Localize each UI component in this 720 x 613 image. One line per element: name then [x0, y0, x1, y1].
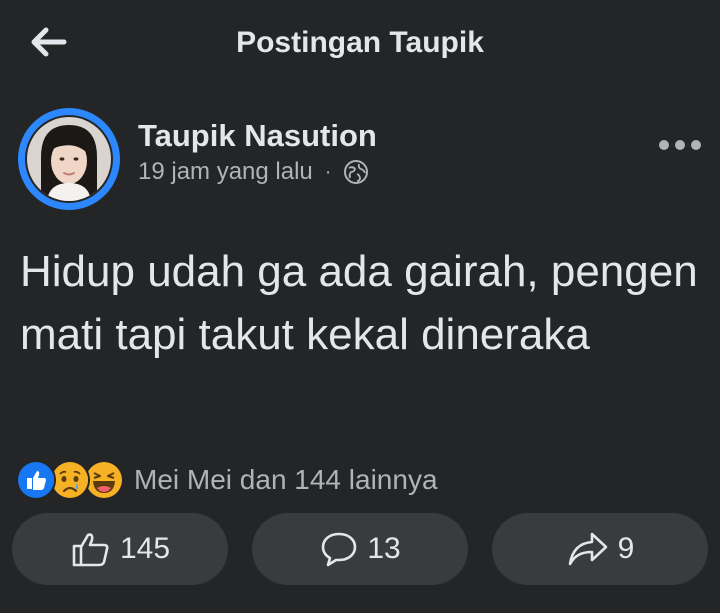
comment-count: 13	[367, 532, 401, 565]
post-timestamp[interactable]: 19 jam yang lalu	[138, 158, 313, 186]
author-name[interactable]: Taupik Nasution	[138, 118, 377, 154]
like-button[interactable]: 145	[12, 513, 228, 585]
post-text: Hidup udah ga ada gairah, pengen mati ta…	[20, 247, 698, 359]
top-bar: Postingan Taupik	[0, 0, 720, 88]
comment-button[interactable]: 13	[252, 513, 468, 585]
haha-icon	[84, 460, 124, 500]
share-button[interactable]: 9	[492, 513, 708, 585]
like-count: 145	[119, 532, 171, 565]
reaction-summary-text: Mei Mei dan 144 lainnya	[134, 464, 438, 495]
post-actions: 145 13 9	[12, 513, 708, 585]
page-title: Postingan Taupik	[236, 26, 484, 59]
sad-icon	[50, 460, 90, 500]
more-options-button[interactable]	[654, 130, 706, 160]
like-icon	[16, 460, 56, 500]
post-meta: 19 jam yang lalu ·	[138, 158, 369, 186]
meta-separator: ·	[324, 160, 332, 183]
profile-photo	[27, 117, 111, 201]
avatar[interactable]	[18, 108, 120, 210]
share-count: 9	[617, 532, 635, 565]
thumbs-up-icon	[72, 533, 109, 567]
more-dots-icon	[659, 140, 701, 150]
globe-icon	[344, 160, 369, 184]
share-arrow-icon	[568, 532, 607, 566]
reaction-summary[interactable]: Mei Mei dan 144 lainnya	[16, 458, 438, 502]
comment-icon	[322, 532, 357, 567]
